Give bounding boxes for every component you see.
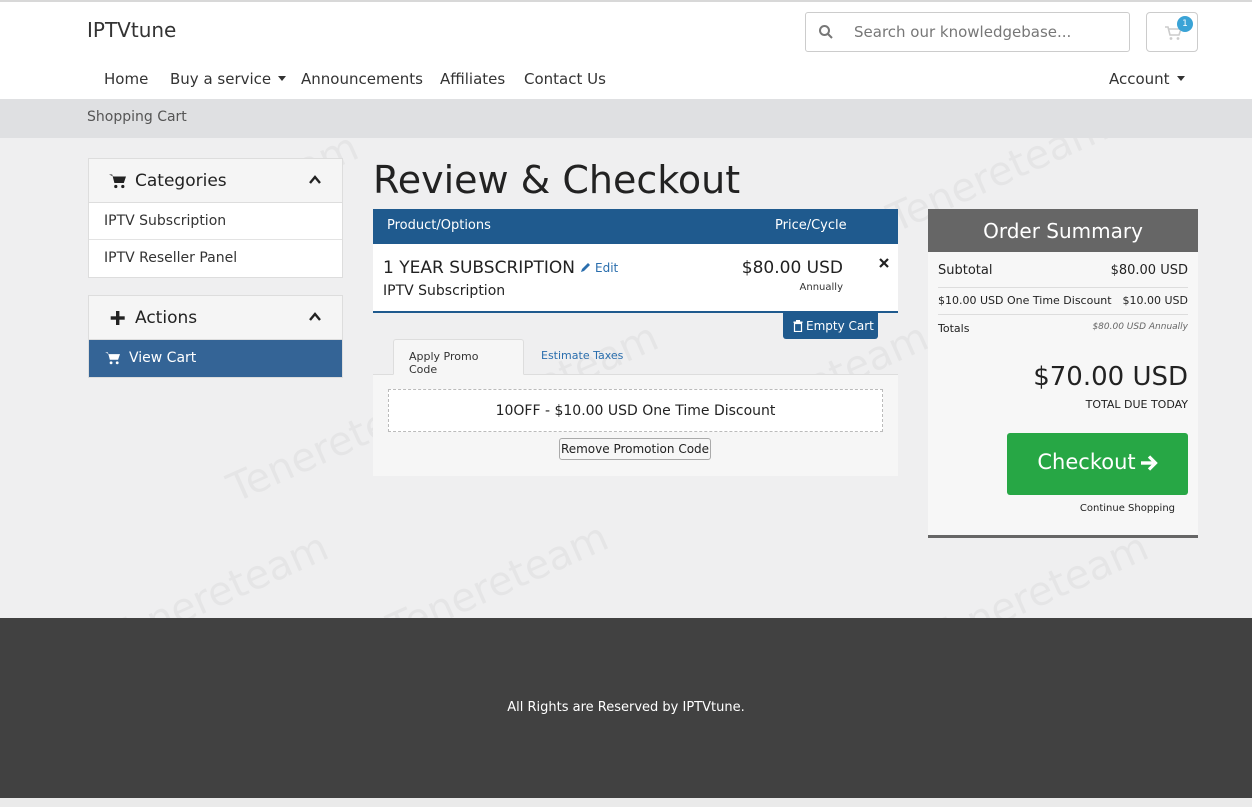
total-due-label: TOTAL DUE TODAY (1085, 398, 1188, 411)
pencil-icon (581, 263, 590, 272)
nav-buy-a-service-label: Buy a service (170, 70, 272, 88)
nav-account-label: Account (1109, 70, 1170, 88)
categories-panel-header[interactable]: Categories (89, 159, 342, 203)
categories-title: Categories (135, 171, 227, 191)
shopping-cart-icon (105, 352, 120, 365)
order-summary-title: Order Summary (928, 209, 1198, 252)
product-name: 1 YEAR SUBSCRIPTION (383, 258, 576, 278)
checkout-label: Checkout (1037, 450, 1136, 474)
subtotal-value: $80.00 USD (1110, 263, 1188, 278)
tab-apply-promo-code[interactable]: Apply Promo Code (393, 339, 524, 376)
shopping-cart-icon (109, 174, 126, 189)
tab-estimate-taxes[interactable]: Estimate Taxes (526, 339, 638, 375)
total-due-amount: $70.00 USD (1033, 362, 1188, 392)
actions-panel-header[interactable]: Actions (89, 296, 342, 340)
breadcrumb-bar: Shopping Cart (0, 99, 1252, 138)
product-price: $80.00 USD (741, 258, 843, 278)
search-box (805, 12, 1130, 52)
sidebar-item-view-cart[interactable]: View Cart (89, 340, 342, 377)
categories-panel: Categories IPTV Subscription IPTV Resell… (88, 158, 343, 278)
discount-value: $10.00 USD (1122, 294, 1189, 307)
cart-count-badge: 1 (1177, 16, 1193, 32)
sidebar-item-iptv-reseller-panel[interactable]: IPTV Reseller Panel (89, 240, 342, 277)
cart-item-row: 1 YEAR SUBSCRIPTION Edit IPTV Subscripti… (373, 244, 898, 313)
trash-icon (793, 320, 803, 332)
totals-label: Totals (938, 322, 970, 335)
cart-button[interactable]: 1 (1146, 12, 1198, 52)
discount-row: $10.00 USD One Time Discount $10.00 USD (938, 288, 1188, 315)
search-input[interactable] (854, 21, 1119, 43)
caret-down-icon (1176, 76, 1185, 81)
checkout-button[interactable]: Checkout (1007, 433, 1188, 495)
arrow-right-icon (1140, 455, 1158, 471)
nav-affiliates[interactable]: Affiliates (440, 70, 505, 88)
cart-table-header: Product/Options Price/Cycle (373, 209, 898, 244)
nav-account[interactable]: Account (1109, 70, 1185, 88)
continue-shopping-link[interactable]: Continue Shopping (1080, 503, 1175, 514)
chevron-up-icon[interactable] (308, 310, 322, 324)
product-group: IPTV Subscription (383, 283, 506, 299)
actions-title: Actions (135, 308, 198, 328)
empty-cart-button[interactable]: Empty Cart (783, 313, 878, 339)
chevron-up-icon[interactable] (308, 173, 322, 187)
empty-cart-label: Empty Cart (806, 319, 874, 333)
search-icon (819, 25, 833, 39)
subtotal-row: Subtotal $80.00 USD (938, 252, 1188, 288)
bottom-strip (0, 798, 1252, 807)
nav-home[interactable]: Home (104, 70, 148, 88)
remove-item-icon[interactable] (879, 258, 889, 268)
view-cart-label: View Cart (129, 350, 197, 366)
edit-link[interactable]: Edit (580, 261, 618, 275)
edit-label: Edit (595, 261, 619, 275)
remove-promotion-code-button[interactable]: Remove Promotion Code (559, 438, 711, 460)
sidebar-item-iptv-subscription[interactable]: IPTV Subscription (89, 203, 342, 240)
totals-value: $80.00 USD Annually (1092, 322, 1188, 332)
footer: All Rights are Reserved by IPTVtune. (0, 618, 1252, 798)
caret-down-icon (278, 76, 287, 81)
discount-label: $10.00 USD One Time Discount (938, 294, 1112, 307)
header: IPTVtune 1 Home Buy a service Announceme… (0, 0, 1252, 99)
totals-row: Totals $80.00 USD Annually (938, 315, 1188, 342)
footer-copyright: All Rights are Reserved by IPTVtune. (507, 700, 745, 715)
column-header-price: Price/Cycle (775, 218, 847, 233)
nav-announcements[interactable]: Announcements (301, 70, 423, 88)
applied-promo-code: 10OFF - $10.00 USD One Time Discount (388, 389, 883, 432)
actions-panel: Actions View Cart (88, 295, 343, 378)
subtotal-label: Subtotal (938, 263, 993, 278)
column-header-product: Product/Options (387, 218, 491, 233)
order-summary: Order Summary Subtotal $80.00 USD $10.00… (928, 209, 1198, 538)
billing-cycle: Annually (799, 282, 843, 293)
plus-icon (110, 311, 125, 325)
site-brand[interactable]: IPTVtune (87, 18, 176, 42)
breadcrumb: Shopping Cart (87, 109, 187, 125)
page-title: Review & Checkout (373, 158, 741, 202)
nav-buy-a-service[interactable]: Buy a service (170, 70, 287, 88)
nav-contact-us[interactable]: Contact Us (524, 70, 606, 88)
